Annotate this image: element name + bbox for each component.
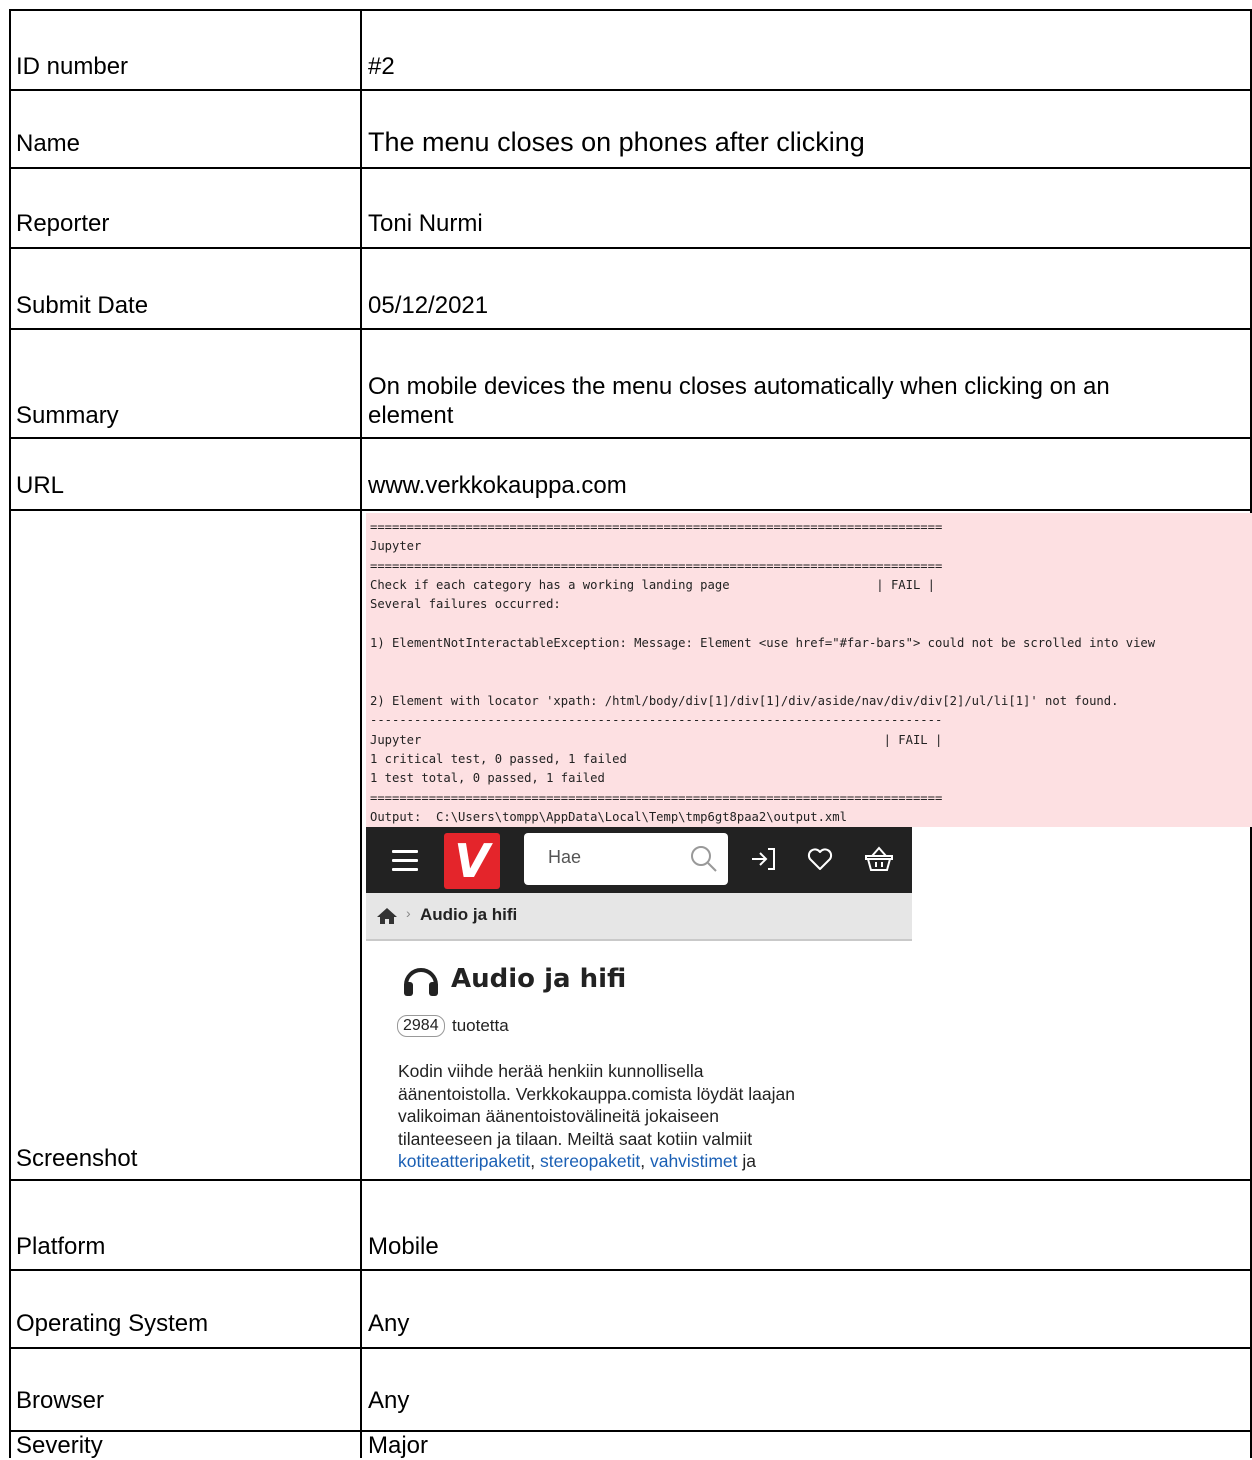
mobile-header: V Hae [366, 827, 912, 893]
separator: , [640, 1151, 650, 1171]
category-description: Kodin viihde herää henkiin kunnollisella… [398, 1060, 878, 1173]
value-reporter: Toni Nurmi [368, 210, 483, 237]
link-vahvistimet[interactable]: vahvistimet [650, 1151, 738, 1171]
row-divider [9, 1269, 1252, 1271]
terminal-line: ========================================… [370, 558, 943, 573]
terminal-line: 1) ElementNotInteractableException: Mess… [370, 636, 1156, 651]
description-line: äänentoistolla. Verkkokauppa.comista löy… [398, 1083, 795, 1104]
link-kotiteatteripaketit[interactable]: kotiteatteripaketit [398, 1151, 530, 1171]
description-line: valikoiman äänentoistovälineitä jokaisee… [398, 1106, 720, 1126]
description-line: kotiteatteripaketit, stereopaketit, vahv… [398, 1150, 878, 1173]
row-divider [9, 328, 1252, 330]
site-logo[interactable]: V [444, 833, 500, 889]
value-operating-system: Any [368, 1310, 410, 1337]
row-divider [9, 509, 1252, 511]
row-divider [9, 9, 1252, 11]
search-placeholder: Hae [548, 847, 582, 867]
terminal-line: Check if each category has a working lan… [370, 578, 935, 593]
link-stereopaketit[interactable]: stereopaketit [540, 1151, 640, 1171]
description-tail: ja [737, 1151, 756, 1171]
value-submit-date: 05/12/2021 [368, 292, 489, 319]
login-icon[interactable] [749, 845, 777, 873]
terminal-line: Several failures occurred: [370, 597, 561, 612]
description-line: tilanteeseen ja tilaan. Meiltä saat koti… [398, 1128, 753, 1149]
product-count-label: tuotetta [452, 1016, 509, 1035]
row-divider [9, 89, 1252, 91]
home-icon[interactable] [376, 907, 398, 925]
value-summary-line2: element [368, 402, 454, 429]
value-id-number: #2 [368, 53, 395, 80]
category-title: Audio ja hifi [451, 964, 627, 994]
breadcrumb-separator: › [406, 905, 411, 921]
product-count-badge: 2984 [397, 1015, 445, 1037]
label-operating-system: Operating System [16, 1310, 209, 1337]
row-divider [9, 437, 1252, 439]
row-divider [9, 247, 1252, 249]
search-input[interactable]: Hae [524, 833, 728, 885]
label-url: URL [16, 472, 65, 499]
breadcrumb-current[interactable]: Audio ja hifi [420, 905, 517, 925]
column-divider [360, 9, 362, 1458]
row-divider [9, 1179, 1252, 1181]
value-name: The menu closes on phones after clicking [368, 127, 865, 157]
heart-icon[interactable] [806, 845, 834, 873]
terminal-line: Jupyter | FAIL | [370, 732, 943, 747]
value-summary-line1: On mobile devices the menu closes automa… [368, 373, 1110, 400]
label-submit-date: Submit Date [16, 292, 149, 319]
terminal-line: ========================================… [370, 520, 943, 534]
terminal-line: Output: C:\Users\tompp\AppData\Local\Tem… [370, 810, 847, 825]
label-severity: Severity [16, 1432, 103, 1459]
breadcrumb: › Audio ja hifi [366, 893, 912, 941]
label-browser: Browser [16, 1387, 105, 1414]
value-browser: Any [368, 1387, 410, 1414]
terminal-line: Jupyter [370, 539, 422, 554]
menu-icon[interactable] [392, 850, 418, 872]
basket-icon[interactable] [864, 845, 894, 873]
description-line: Kodin viihde herää henkiin kunnollisella [398, 1061, 704, 1081]
row-divider [9, 167, 1252, 169]
value-severity: Major [368, 1432, 429, 1459]
label-reporter: Reporter [16, 210, 110, 237]
headphones-icon [404, 968, 438, 996]
label-platform: Platform [16, 1233, 106, 1260]
terminal-line: 1 test total, 0 passed, 1 failed [370, 771, 605, 786]
label-name: Name [16, 130, 81, 157]
value-platform: Mobile [368, 1233, 439, 1260]
terminal-line: 1 critical test, 0 passed, 1 failed [370, 752, 627, 767]
terminal-line: ----------------------------------------… [370, 713, 943, 728]
label-screenshot: Screenshot [16, 1145, 138, 1172]
value-url: www.verkkokauppa.com [368, 472, 627, 499]
separator: , [530, 1151, 541, 1171]
label-summary: Summary [16, 402, 119, 429]
row-divider [9, 1347, 1252, 1349]
search-icon[interactable] [690, 845, 718, 873]
row-divider [9, 1430, 1252, 1432]
label-id-number: ID number [16, 53, 129, 80]
terminal-output: ========================================… [366, 513, 1252, 827]
column-divider [9, 9, 11, 1458]
terminal-line: ========================================… [370, 790, 943, 805]
terminal-line: 2) Element with locator 'xpath: /html/bo… [370, 694, 1119, 709]
